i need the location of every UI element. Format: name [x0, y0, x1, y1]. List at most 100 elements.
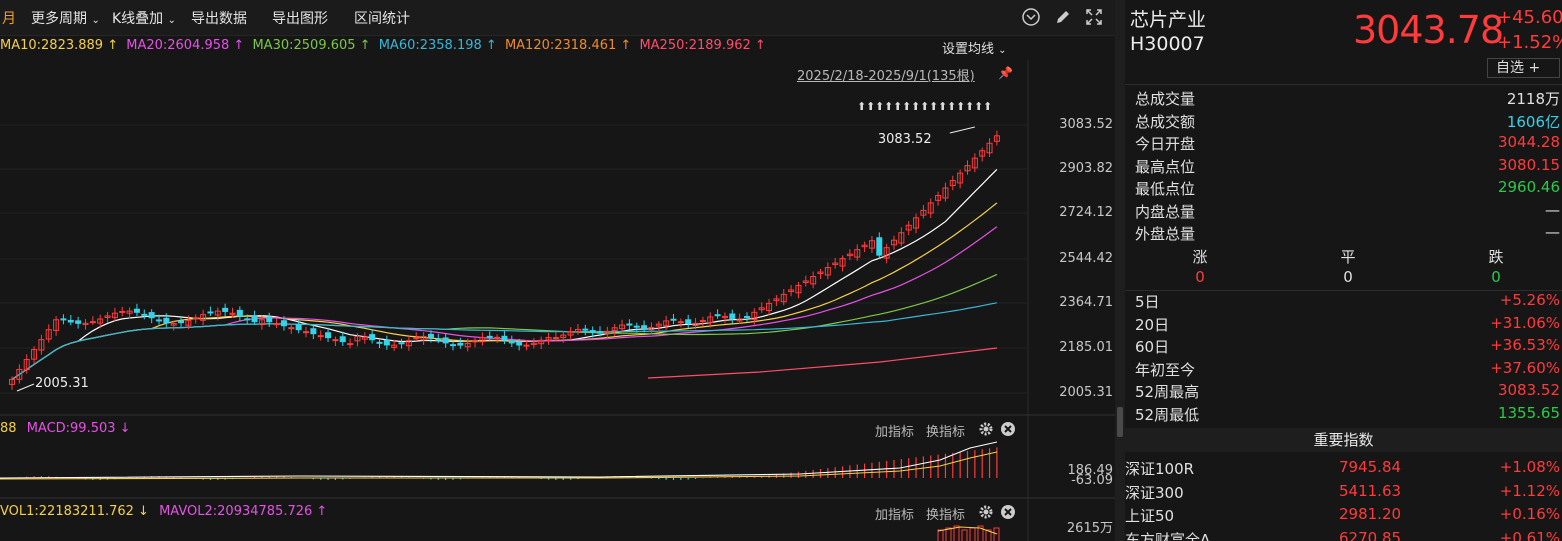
candle-body	[236, 309, 243, 317]
stat-row: 总成交量 2118万	[1135, 88, 1560, 110]
candle-body	[552, 337, 559, 340]
add-watchlist-button[interactable]: 自选 +	[1487, 58, 1560, 78]
index-row[interactable]: 深证300 5411.63 +1.12%	[1125, 482, 1562, 505]
candle-body	[435, 338, 442, 341]
signal-marker: ⬆	[911, 100, 920, 113]
signal-marker: ⬆	[947, 100, 956, 113]
switch-indicator-button[interactable]: 换指标	[926, 504, 965, 523]
candle-body	[332, 339, 339, 342]
breadth-up-count: 0	[1195, 268, 1205, 286]
stat-row: 最高点位 3080.15	[1135, 156, 1560, 178]
macd-label: MACD:99.503 ↓	[26, 421, 131, 436]
scrollbar-thumb[interactable]	[1117, 407, 1123, 437]
breadth-down-count: 0	[1491, 268, 1501, 286]
chart-area[interactable]: 月 更多周期 ⌄ K线叠加 ⌄ 导出数据 导出图形 区间统计 MA10:2823…	[0, 0, 1115, 541]
candle-body	[699, 319, 706, 322]
mavol2-label: MAVOL2:20934785.726 ↑	[159, 504, 328, 519]
gear-icon[interactable]	[978, 421, 994, 437]
stat-row: 总成交额 1606亿	[1135, 111, 1560, 133]
price-change-pct: +1.52%	[1497, 32, 1562, 53]
candle-body	[141, 313, 148, 316]
candle-body	[222, 307, 229, 312]
candle-body	[582, 328, 589, 331]
index-row-change: +0.16%	[1499, 505, 1560, 523]
close-icon[interactable]	[1000, 421, 1016, 437]
index-name: 芯片产业	[1130, 9, 1207, 31]
add-indicator-button[interactable]: 加指标	[875, 504, 914, 523]
index-row-change: +0.61%	[1499, 528, 1560, 541]
signal-marker: ⬆	[875, 100, 884, 113]
stat-value: —	[1545, 223, 1560, 241]
candle-body	[163, 317, 170, 324]
index-row-price: 6270.85	[1339, 528, 1402, 541]
quote-panel: 芯片产业 H30007 3043.78 +45.60 +1.52% 自选 + 总…	[1125, 0, 1562, 541]
macd-legend: 88 MACD:99.503 ↓	[0, 421, 131, 443]
ma-line-60	[11, 273, 998, 380]
price-change: +45.60	[1497, 7, 1562, 28]
price-axis-label: 2724.12	[1059, 205, 1113, 220]
stat-value: —	[1545, 200, 1560, 219]
breadth-flat-count: 0	[1343, 268, 1353, 286]
candle-body	[207, 311, 214, 314]
performance-label: 52周最高	[1135, 383, 1200, 401]
performance-row: 52周最高 3083.52	[1135, 381, 1560, 403]
index-row[interactable]: 深证100R 7945.84 +1.08%	[1125, 458, 1562, 481]
stat-row: 外盘总量 —	[1135, 223, 1560, 245]
stat-value: 2960.46	[1497, 178, 1560, 196]
divider	[1125, 84, 1562, 85]
index-row[interactable]: 东方财富全A 6270.85 +0.61%	[1125, 529, 1562, 541]
ma-line-20	[11, 202, 998, 380]
signal-marker: ⬆	[920, 100, 929, 113]
candle-body	[516, 341, 523, 346]
candle-body	[501, 335, 508, 341]
high-price-annotation: 3083.52	[878, 132, 932, 147]
price-axis-label: 2185.01	[1059, 340, 1113, 355]
signal-marker: ⬆	[893, 100, 902, 113]
index-row-name: 深证100R	[1125, 460, 1195, 478]
app-window: 月 更多周期 ⌄ K线叠加 ⌄ 导出数据 导出图形 区间统计 MA10:2823…	[0, 0, 1562, 541]
candle-body	[876, 237, 883, 256]
gear-icon[interactable]	[978, 504, 994, 520]
kline-chart[interactable]: 3083.522005.31⬆ ⬆ ⬆ ⬆ ⬆ ⬆ ⬆ ⬆ ⬆ ⬆ ⬆ ⬆ ⬆ ⬆ ⬆	[0, 0, 1115, 541]
candle-body	[398, 342, 405, 345]
candle-body	[156, 319, 162, 322]
candle-body	[339, 336, 346, 343]
stat-row: 最低点位 2960.46	[1135, 178, 1560, 200]
low-price-annotation: 2005.31	[35, 376, 89, 391]
last-price: 3043.78	[1353, 8, 1504, 52]
candle-body	[383, 339, 390, 346]
candle-body	[442, 337, 449, 344]
index-row-name: 东方财富全A	[1125, 530, 1211, 541]
signal-marker: ⬆	[956, 100, 965, 113]
candle-body	[119, 310, 126, 313]
close-icon[interactable]	[1000, 504, 1016, 520]
candle-body	[523, 344, 530, 347]
performance-row: 60日 +36.53%	[1135, 336, 1560, 358]
macd-prefix: 88	[0, 421, 17, 436]
performance-row: 52周最低 1355.65	[1135, 404, 1560, 426]
switch-indicator-button[interactable]: 换指标	[926, 421, 965, 440]
stat-row: 今日开盘 3044.28	[1135, 133, 1560, 155]
candle-body	[369, 334, 376, 341]
candle-body	[280, 320, 287, 327]
stat-label: 外盘总量	[1135, 225, 1196, 243]
candle-body	[685, 319, 692, 325]
stat-value: 2118万	[1506, 90, 1560, 108]
candle-body	[133, 308, 140, 313]
vol-axis-top: 2615万	[1066, 521, 1113, 536]
candle-body	[317, 335, 324, 338]
add-indicator-button[interactable]: 加指标	[875, 421, 914, 440]
vol-legend: VOL1:22183211.762 ↓ MAVOL2:20934785.726 …	[0, 504, 327, 526]
scrollbar[interactable]	[1115, 0, 1125, 541]
performance-row: 年初至今 +37.60%	[1135, 359, 1560, 381]
stat-label: 今日开盘	[1135, 135, 1196, 153]
performance-row: 20日 +31.06%	[1135, 314, 1560, 336]
signal-marker: ⬆	[938, 100, 947, 113]
volume-bar	[961, 529, 968, 541]
performance-label: 52周最低	[1135, 405, 1200, 424]
price-axis-label: 3083.52	[1059, 117, 1113, 132]
key-indices-header: 重要指数	[1125, 428, 1562, 452]
candle-body	[192, 317, 199, 320]
index-row[interactable]: 上证50 2981.20 +0.16%	[1125, 505, 1562, 528]
candle-body	[714, 314, 721, 317]
